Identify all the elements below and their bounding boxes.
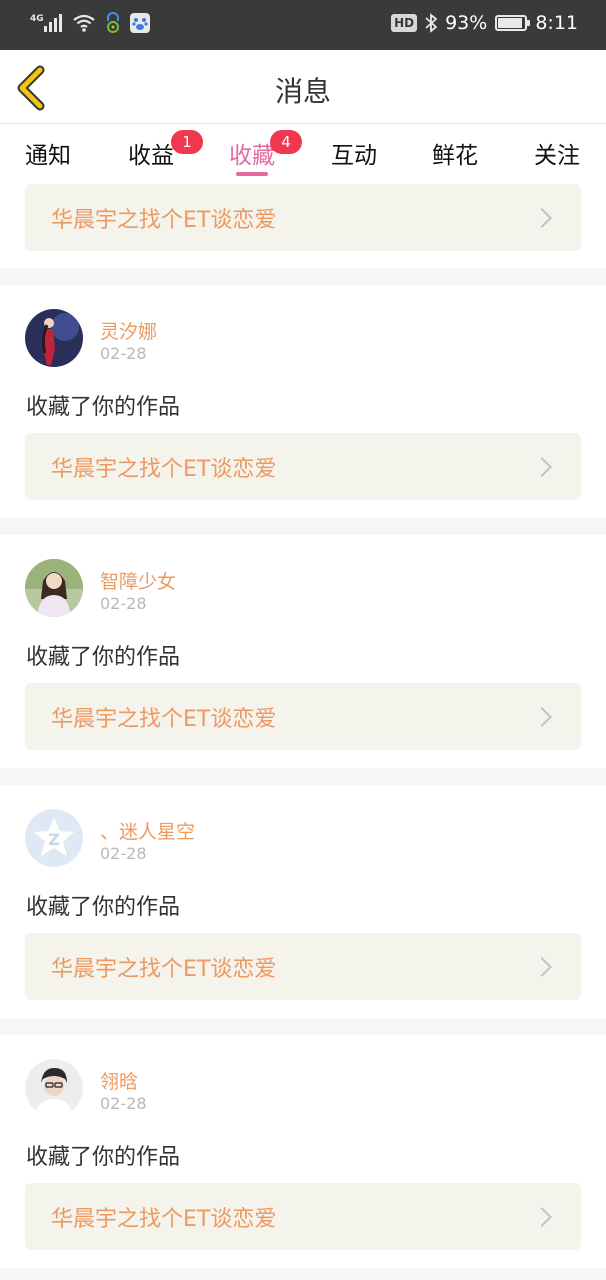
svg-text:Z: Z: [48, 830, 60, 849]
header-bar: 消息: [0, 50, 606, 124]
action-text: 收藏了你的作品: [26, 645, 181, 670]
chevron-right-icon: [532, 706, 552, 727]
baidu-app-icon: [130, 13, 150, 33]
timestamp: 02-28: [100, 344, 147, 363]
list-item: 智障少女 02-28 收藏了你的作品 华晨宇之找个ET谈恋爱: [0, 535, 606, 768]
battery-level: [498, 18, 523, 28]
list-item: 翎晗 02-28 收藏了你的作品 华晨宇之找个ET谈恋爱: [0, 1035, 606, 1268]
tab-label: 通知: [25, 143, 71, 169]
tab-favorites[interactable]: 收藏 4: [212, 130, 302, 170]
tab-follows[interactable]: 关注: [517, 136, 597, 170]
clock: 8:11: [535, 12, 578, 34]
work-link[interactable]: 华晨宇之找个ET谈恋爱: [25, 184, 581, 251]
avatar[interactable]: [25, 559, 83, 617]
divider: [0, 518, 606, 535]
timestamp: 02-28: [100, 594, 147, 613]
vpn-icon: [107, 12, 119, 33]
tab-label: 关注: [534, 143, 580, 169]
username[interactable]: 智障少女: [100, 567, 176, 594]
action-text: 收藏了你的作品: [26, 395, 181, 420]
wifi-icon: [73, 14, 95, 32]
action-text: 收藏了你的作品: [26, 1145, 181, 1170]
work-title: 华晨宇之找个ET谈恋爱: [51, 1206, 277, 1232]
signal-icon: 4G: [30, 14, 62, 32]
work-link[interactable]: 华晨宇之找个ET谈恋爱: [25, 1183, 581, 1250]
chevron-right-icon: [532, 456, 552, 477]
timestamp: 02-28: [100, 844, 147, 863]
active-tab-indicator: [236, 172, 268, 176]
list-item: 灵汐娜 02-28 收藏了你的作品 华晨宇之找个ET谈恋爱: [0, 285, 606, 518]
hd-icon: HD: [391, 14, 418, 32]
work-link[interactable]: 华晨宇之找个ET谈恋爱: [25, 683, 581, 750]
status-left: 4G: [30, 12, 150, 34]
divider: [0, 768, 606, 785]
divider: [0, 268, 606, 285]
battery-icon: [495, 15, 531, 31]
battery-percent: 93%: [445, 12, 488, 34]
chevron-right-icon: [532, 1206, 552, 1227]
timestamp: 02-28: [100, 1094, 147, 1113]
svg-text:4G: 4G: [30, 14, 44, 24]
bluetooth-icon: [425, 13, 438, 33]
work-title: 华晨宇之找个ET谈恋爱: [51, 207, 277, 233]
tab-notifications[interactable]: 通知: [8, 136, 88, 170]
work-title: 华晨宇之找个ET谈恋爱: [51, 956, 277, 982]
username[interactable]: 翎晗: [100, 1067, 138, 1094]
tab-flowers[interactable]: 鲜花: [415, 136, 495, 170]
tab-bar: 通知 收益 1 收藏 4 互动 鲜花 关注: [0, 124, 606, 184]
tab-label: 互动: [331, 143, 377, 169]
list-item: Z 、迷人星空 02-28 收藏了你的作品 华晨宇之找个ET谈恋爱: [0, 785, 606, 1018]
tab-earnings[interactable]: 收益 1: [111, 130, 203, 170]
username[interactable]: 灵汐娜: [100, 317, 157, 344]
chevron-right-icon: [532, 956, 552, 977]
tab-interactions[interactable]: 互动: [314, 136, 394, 170]
username[interactable]: 、迷人星空: [100, 817, 195, 844]
unread-badge: 1: [171, 130, 203, 154]
work-link[interactable]: 华晨宇之找个ET谈恋爱: [25, 433, 581, 500]
action-text: 收藏了你的作品: [26, 895, 181, 920]
avatar[interactable]: [25, 1059, 83, 1117]
divider: [0, 1018, 606, 1035]
work-link[interactable]: 华晨宇之找个ET谈恋爱: [25, 933, 581, 1000]
list-item: 华晨宇之找个ET谈恋爱: [0, 184, 606, 268]
page-title: 消息: [274, 75, 331, 108]
avatar[interactable]: Z: [25, 809, 83, 867]
message-list: 华晨宇之找个ET谈恋爱 灵汐娜 02-28 收藏了你的作品 华晨宇之找个ET谈恋…: [0, 184, 606, 1268]
chevron-right-icon: [532, 207, 552, 228]
tab-label: 收藏: [229, 143, 275, 169]
unread-badge: 4: [270, 130, 302, 154]
work-title: 华晨宇之找个ET谈恋爱: [51, 706, 277, 732]
status-bar: 4G HD 93% 8:11: [0, 0, 606, 50]
tab-label: 收益: [128, 143, 174, 169]
work-title: 华晨宇之找个ET谈恋爱: [51, 456, 277, 482]
status-right: HD 93% 8:11: [391, 12, 578, 34]
avatar[interactable]: [25, 309, 83, 367]
tab-label: 鲜花: [432, 143, 478, 169]
